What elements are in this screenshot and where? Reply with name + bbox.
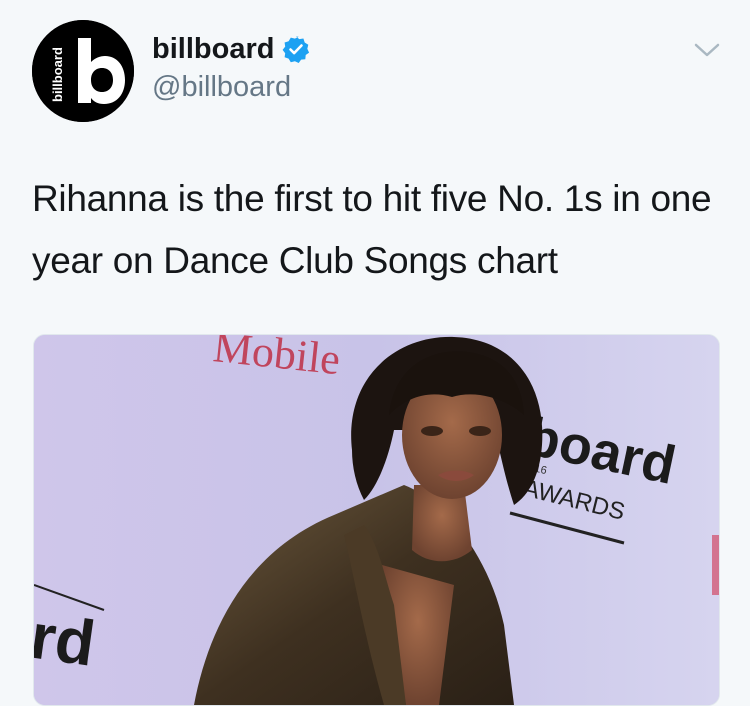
display-name[interactable]: billboard xyxy=(152,32,274,66)
tweet-photo[interactable]: Mobile board 2016 AWARDS rd xyxy=(33,334,720,706)
handle[interactable]: @billboard xyxy=(152,70,291,104)
name-row: billboard xyxy=(152,32,310,66)
backdrop-text-rd: rd xyxy=(34,600,99,680)
avatar[interactable]: billboard xyxy=(32,20,134,122)
tweet-text: Rihanna is the first to hit five No. 1s … xyxy=(32,178,712,281)
billboard-logo-icon: billboard xyxy=(32,20,134,122)
chevron-down-icon[interactable] xyxy=(690,36,724,64)
tweet-card: billboard billboard @billboard Rihanna i… xyxy=(0,0,750,706)
verified-badge-icon xyxy=(283,36,310,63)
photo-image: Mobile board 2016 AWARDS rd xyxy=(34,335,719,705)
avatar-logo-text: billboard xyxy=(50,47,65,102)
